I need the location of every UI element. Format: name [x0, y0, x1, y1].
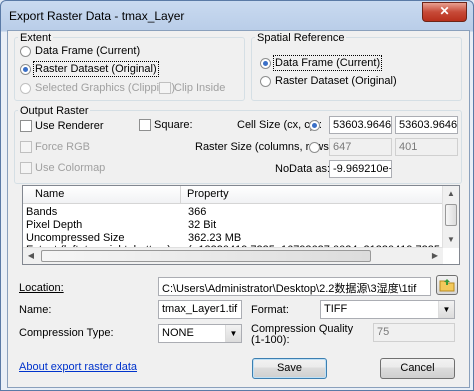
- force-rgb-label: Force RGB: [35, 141, 91, 153]
- force-rgb-checkbox[interactable]: [20, 141, 32, 153]
- scroll-down-arrow-icon[interactable]: ▼: [443, 232, 459, 248]
- table-header: Name Property: [23, 186, 443, 204]
- sr-data-frame-label[interactable]: Data Frame (Current): [272, 55, 383, 71]
- raster-size-radio[interactable]: [309, 142, 320, 153]
- location-input[interactable]: C:\Users\Administrator\Desktop\2.2数据源\3湿…: [158, 277, 431, 296]
- horizontal-scroll-thumb[interactable]: [41, 250, 371, 262]
- column-header-property[interactable]: Property: [187, 188, 229, 200]
- compression-type-value: NONE: [162, 327, 194, 339]
- export-raster-dialog: Export Raster Data - tmax_Layer ✕ Extent…: [0, 0, 474, 391]
- extent-label: Extent: [18, 32, 54, 44]
- table-row[interactable]: Pixel Depth 32 Bit: [23, 219, 443, 232]
- format-select[interactable]: TIFF ▼: [320, 300, 455, 319]
- table-vertical-scrollbar[interactable]: ▲ ▼: [442, 186, 459, 248]
- cell-size-radio[interactable]: [309, 120, 320, 131]
- extent-data-frame-radio[interactable]: [20, 46, 31, 57]
- sr-data-frame-radio[interactable]: [260, 58, 271, 69]
- spatial-reference-group: [251, 37, 462, 101]
- output-raster-label: Output Raster: [18, 105, 91, 117]
- square-checkbox[interactable]: [139, 119, 151, 131]
- chevron-down-icon: ▼: [225, 325, 241, 342]
- scroll-left-arrow-icon[interactable]: ◀: [23, 248, 39, 264]
- format-value: TIFF: [324, 303, 348, 315]
- name-label: Name:: [19, 304, 52, 316]
- folder-icon: [439, 279, 455, 292]
- name-input[interactable]: tmax_Layer1.tif: [158, 300, 242, 319]
- compression-quality-input[interactable]: 75: [373, 323, 455, 342]
- about-export-raster-link[interactable]: About export raster data: [19, 361, 137, 373]
- extent-data-frame-label[interactable]: Data Frame (Current): [35, 45, 140, 57]
- scroll-up-arrow-icon[interactable]: ▲: [443, 186, 459, 202]
- save-button[interactable]: Save: [252, 358, 327, 379]
- browse-folder-button[interactable]: [436, 275, 458, 295]
- extent-selected-graphics-label: Selected Graphics (Clipping): [35, 82, 176, 94]
- cell-size-x-input[interactable]: 53603.964640: [329, 116, 392, 134]
- table-row[interactable]: Bands 366: [23, 206, 443, 219]
- clip-inside-label: Clip Inside: [174, 82, 226, 94]
- extent-selected-graphics-radio[interactable]: [20, 83, 31, 94]
- cancel-button[interactable]: Cancel: [380, 358, 455, 379]
- chevron-down-icon: ▼: [438, 301, 454, 318]
- use-colormap-checkbox[interactable]: [20, 162, 32, 174]
- nodata-label: NoData as:: [275, 163, 331, 175]
- clip-inside-checkbox[interactable]: [159, 82, 171, 94]
- compression-quality-label: Compression Quality (1-100):: [251, 323, 354, 346]
- raster-columns-input[interactable]: 647: [329, 138, 392, 156]
- compression-type-label: Compression Type:: [19, 327, 114, 339]
- format-label: Format:: [251, 304, 289, 316]
- extent-raster-dataset-label[interactable]: Raster Dataset (Original): [33, 61, 159, 77]
- column-header-name[interactable]: Name: [35, 188, 64, 200]
- window-title: Export Raster Data - tmax_Layer: [9, 9, 185, 23]
- title-bar[interactable]: Export Raster Data - tmax_Layer ✕: [1, 1, 473, 29]
- table-horizontal-scrollbar[interactable]: ◀ ▶: [23, 247, 443, 264]
- raster-rows-input[interactable]: 401: [395, 138, 458, 156]
- vertical-scroll-thumb[interactable]: [445, 204, 457, 226]
- extent-raster-dataset-radio[interactable]: [20, 64, 31, 75]
- location-label: Location:: [19, 282, 64, 294]
- cell-size-y-input[interactable]: 53603.964640: [395, 116, 458, 134]
- compression-type-select[interactable]: NONE ▼: [158, 324, 242, 343]
- properties-table[interactable]: Name Property Bands 366 Pixel Depth 32 B…: [22, 185, 460, 265]
- square-label[interactable]: Square:: [154, 119, 193, 131]
- use-renderer-label[interactable]: Use Renderer: [35, 120, 103, 132]
- use-colormap-label: Use Colormap: [35, 162, 106, 174]
- close-button[interactable]: ✕: [422, 2, 467, 22]
- scroll-right-arrow-icon[interactable]: ▶: [427, 248, 443, 264]
- dialog-client: Extent Data Frame (Current) Raster Datas…: [7, 30, 470, 388]
- sr-raster-dataset-label[interactable]: Raster Dataset (Original): [275, 75, 397, 87]
- use-renderer-checkbox[interactable]: [20, 120, 32, 132]
- spatial-reference-label: Spatial Reference: [255, 32, 347, 44]
- nodata-input[interactable]: -9.969210e+0: [329, 160, 392, 178]
- sr-raster-dataset-radio[interactable]: [260, 76, 271, 87]
